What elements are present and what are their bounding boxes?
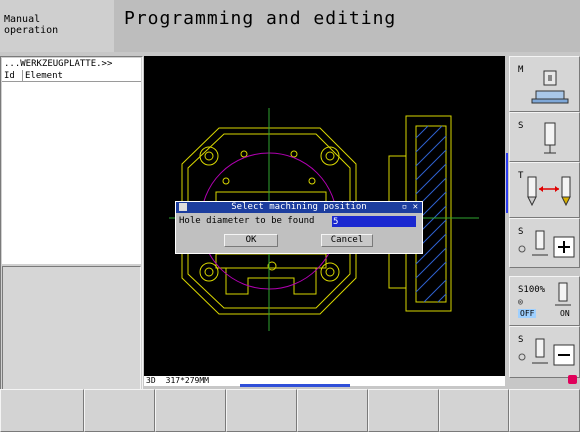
mode-secondary: Manual operation bbox=[0, 0, 114, 52]
progress-bar bbox=[240, 384, 350, 387]
cancel-button[interactable]: Cancel bbox=[321, 234, 373, 247]
dialog-title: Select machining position bbox=[231, 202, 367, 212]
mode-primary-title: Programming and editing bbox=[114, 0, 580, 52]
ok-button[interactable]: OK bbox=[224, 234, 278, 247]
off-label: OFF bbox=[518, 309, 537, 318]
m-label: M bbox=[518, 65, 524, 75]
softkey-8[interactable] bbox=[509, 389, 580, 432]
softkey-2[interactable] bbox=[84, 389, 155, 432]
view-mode: 3D bbox=[146, 376, 156, 385]
select-position-dialog: Select machining position ▫ ✕ Hole diame… bbox=[175, 201, 423, 254]
bottom-slot bbox=[215, 253, 327, 269]
on-label: ON bbox=[560, 309, 570, 318]
tree-path[interactable]: ...WERKZEUGPLATTE.>> bbox=[2, 58, 141, 70]
spindle-plus-softkey[interactable]: S bbox=[509, 218, 580, 268]
workpiece-size: 317*279MM bbox=[165, 376, 209, 385]
element-list[interactable] bbox=[2, 82, 141, 264]
machine-icon bbox=[531, 70, 569, 104]
column-element[interactable]: Element bbox=[22, 70, 63, 82]
spindle-minus-softkey[interactable]: S bbox=[509, 326, 580, 378]
softkey-4[interactable] bbox=[226, 389, 297, 432]
t-label: T bbox=[518, 171, 524, 181]
override-label: S100% bbox=[518, 285, 546, 295]
softkey-5[interactable] bbox=[297, 389, 368, 432]
plus-icon bbox=[518, 230, 575, 258]
minus-icon bbox=[518, 338, 575, 366]
tool-change-icon bbox=[527, 176, 571, 207]
machine-softkey[interactable]: M bbox=[509, 56, 580, 112]
column-id[interactable]: Id bbox=[4, 70, 15, 82]
softkey-3[interactable] bbox=[155, 389, 226, 432]
info-box bbox=[2, 266, 141, 396]
power-icon: ◎ bbox=[518, 297, 523, 306]
softkey-6[interactable] bbox=[368, 389, 439, 432]
spindle-softkey[interactable]: S bbox=[509, 112, 580, 162]
tool-change-softkey[interactable]: T bbox=[509, 162, 580, 218]
s-label: S bbox=[518, 121, 524, 131]
spindle-override-softkey[interactable]: S100% ◎ OFF ON bbox=[509, 276, 580, 326]
softkey-selection-indicator bbox=[506, 153, 508, 213]
alert-icon bbox=[568, 375, 577, 384]
bracket-shape bbox=[225, 268, 317, 295]
coolant-icon bbox=[555, 282, 571, 306]
dialog-title-bar[interactable]: Select machining position ▫ ✕ bbox=[176, 202, 422, 213]
window-controls[interactable]: ▫ ✕ bbox=[402, 202, 418, 213]
spindle-icon bbox=[544, 122, 556, 154]
softkey-7[interactable] bbox=[439, 389, 509, 432]
softkey-1[interactable] bbox=[0, 389, 84, 432]
hole-diameter-input[interactable] bbox=[332, 216, 416, 227]
tree-header: Id Element bbox=[2, 70, 141, 82]
hole-diameter-label: Hole diameter to be found bbox=[179, 216, 315, 226]
